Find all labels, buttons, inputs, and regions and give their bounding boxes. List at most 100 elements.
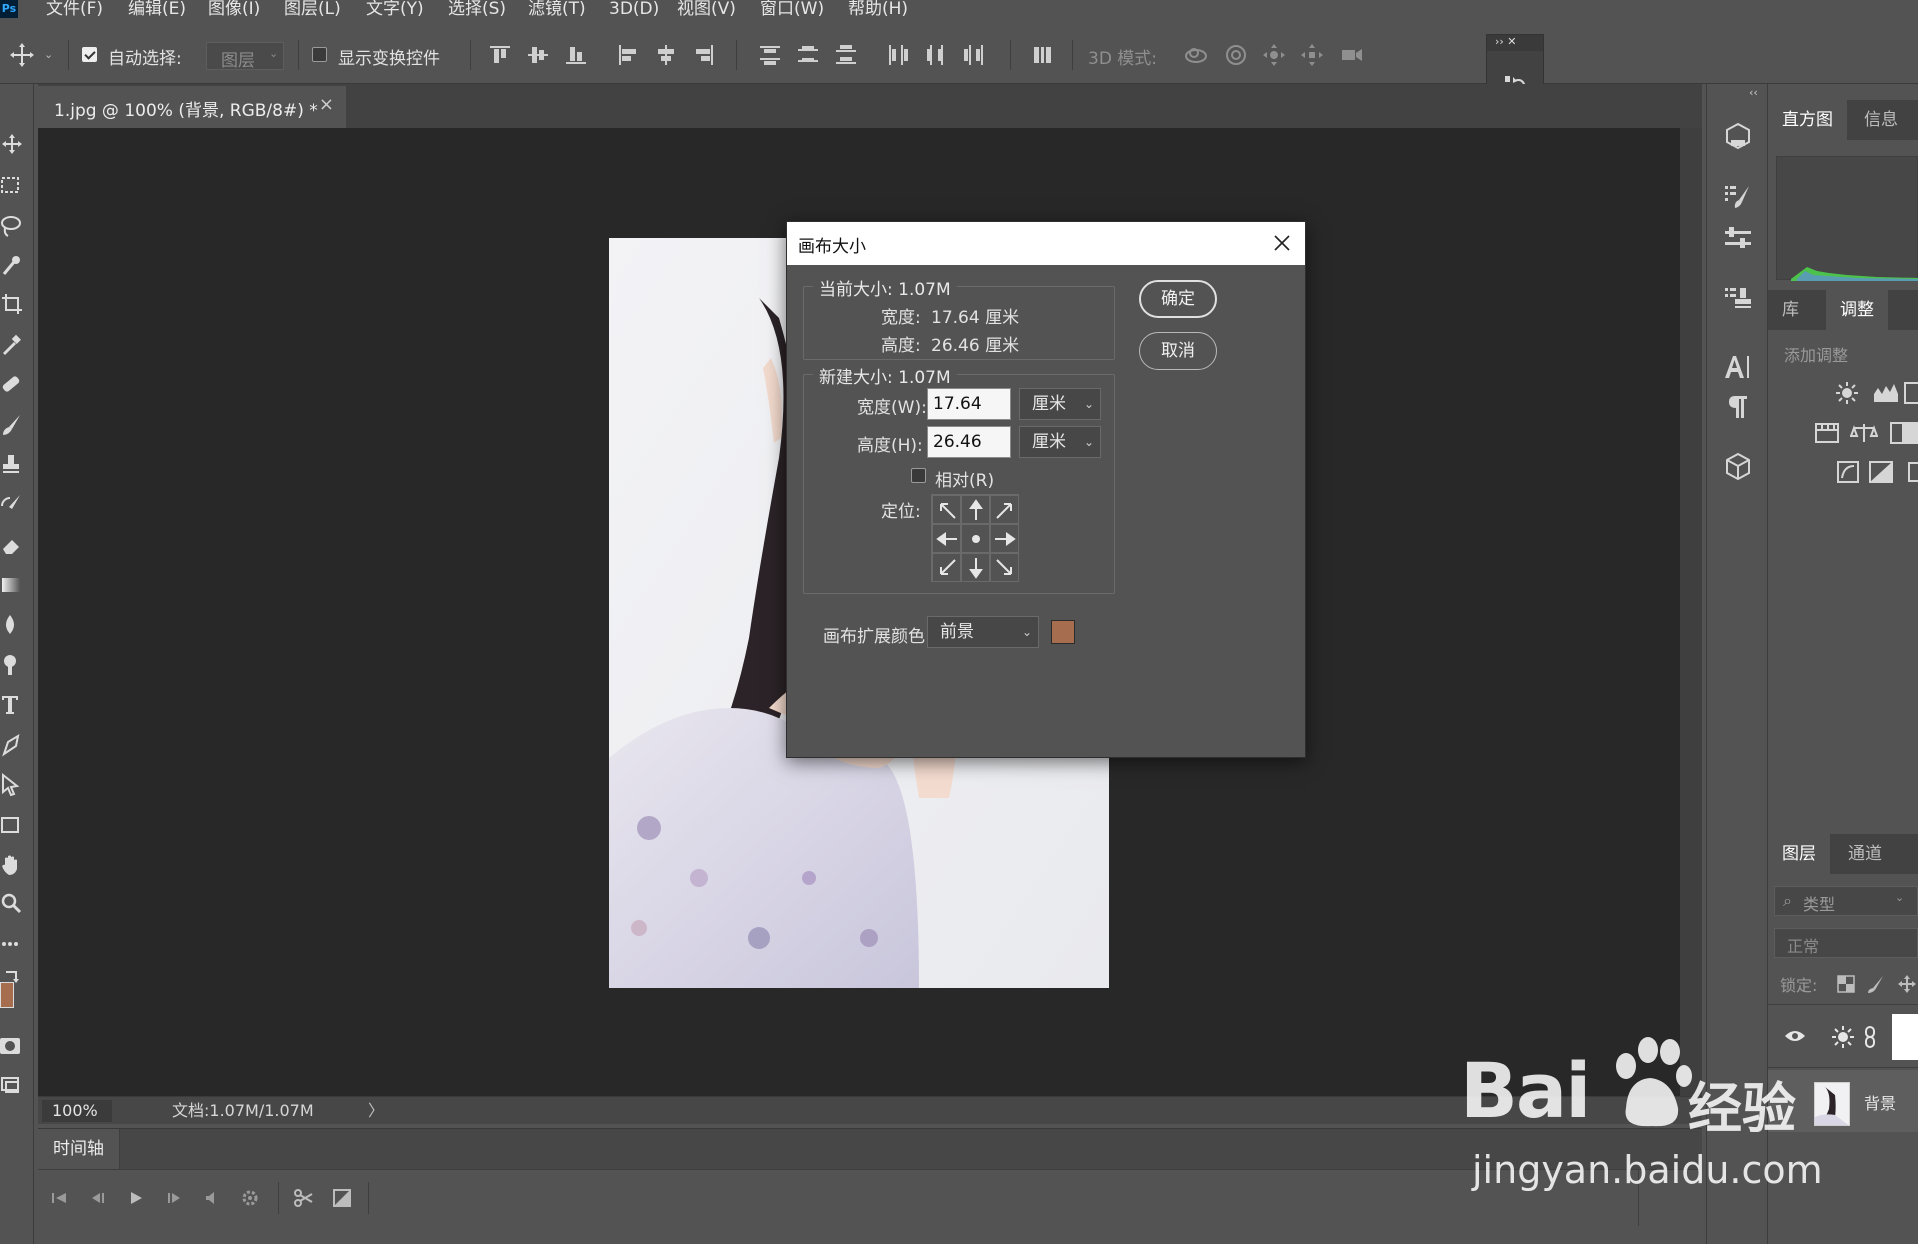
anchor-bottom-right[interactable] — [990, 553, 1019, 582]
align-top-icon[interactable] — [486, 41, 514, 69]
3d-slide-icon[interactable] — [1298, 41, 1326, 69]
layer-filter-dropdown[interactable]: ⌕ 类型 ⌄ — [1774, 886, 1918, 916]
canvas-extension-color-select[interactable]: 前景 ⌄ — [927, 616, 1039, 648]
panel-collapse-close[interactable]: ›› ✕ — [1495, 35, 1517, 48]
distribute-left-icon[interactable] — [884, 41, 912, 69]
move-tool-icon[interactable] — [0, 132, 30, 162]
distribute-vcenter-icon[interactable] — [794, 41, 822, 69]
menu-select[interactable]: 选择(S) — [448, 0, 506, 20]
eraser-tool-icon[interactable] — [0, 532, 30, 562]
close-document-icon[interactable]: × — [319, 94, 334, 115]
healing-brush-tool-icon[interactable] — [0, 372, 30, 402]
floating-panel-header[interactable]: ›› ✕ — [1487, 35, 1543, 51]
3d-camera-icon[interactable] — [1338, 41, 1366, 69]
character-panel-icon[interactable] — [1721, 350, 1755, 384]
height-unit-select[interactable]: 厘米 ⌄ — [1019, 426, 1101, 458]
dialog-titlebar[interactable]: 画布大小 — [787, 222, 1305, 265]
width-unit-select[interactable]: 厘米 ⌄ — [1019, 388, 1101, 420]
document-tab[interactable]: 1.jpg @ 100% (背景, RGB/8#) * × — [38, 86, 346, 128]
3d-roll-icon[interactable] — [1222, 41, 1250, 69]
color-balance-adjustment-icon[interactable] — [1850, 420, 1878, 446]
anchor-top-left[interactable] — [932, 495, 961, 524]
quick-mask-icon[interactable] — [0, 1034, 30, 1064]
selective-color-adjustment-icon[interactable] — [1908, 462, 1918, 482]
menu-image[interactable]: 图像(I) — [208, 0, 260, 20]
brightness-adjustment-icon[interactable] — [1834, 380, 1860, 406]
distribute-top-icon[interactable] — [756, 41, 784, 69]
show-transform-checkbox[interactable] — [312, 47, 327, 62]
align-vcenter-icon[interactable] — [524, 41, 552, 69]
settings-gear-icon[interactable] — [236, 1184, 264, 1212]
history-brush-tool-icon[interactable] — [0, 492, 30, 522]
tab-channels[interactable]: 通道 — [1834, 834, 1896, 874]
menu-help[interactable]: 帮助(H) — [848, 0, 908, 20]
tab-libraries[interactable]: 库 — [1768, 290, 1813, 330]
relative-checkbox[interactable] — [911, 468, 926, 483]
tab-info[interactable]: 信息 — [1850, 100, 1912, 140]
hand-tool-icon[interactable] — [0, 852, 30, 882]
anchor-bottom-left[interactable] — [932, 553, 961, 582]
audio-icon[interactable] — [198, 1184, 226, 1212]
first-frame-icon[interactable] — [46, 1184, 74, 1212]
canvas-vertical-scrollbar[interactable] — [1680, 128, 1702, 1096]
type-tool-icon[interactable] — [0, 692, 30, 722]
black-white-adjustment-icon[interactable] — [1890, 422, 1918, 444]
anchor-top-right[interactable] — [990, 495, 1019, 524]
zoom-level-field[interactable]: 100% — [42, 1100, 112, 1122]
lock-position-icon[interactable] — [1896, 974, 1918, 994]
curves-adjustment-icon[interactable] — [1904, 382, 1918, 404]
align-hcenter-icon[interactable] — [652, 41, 680, 69]
clone-source-icon[interactable] — [1721, 282, 1755, 316]
3d-orbit-icon[interactable] — [1182, 41, 1210, 69]
dodge-tool-icon[interactable] — [0, 652, 30, 682]
menu-3d[interactable]: 3D(D) — [609, 0, 659, 20]
extension-color-swatch[interactable] — [1051, 620, 1075, 644]
preset-chevron-icon[interactable]: ⌄ — [44, 48, 53, 61]
move-tool-preset-icon[interactable] — [8, 41, 36, 69]
gradient-tool-icon[interactable] — [0, 572, 30, 602]
blur-tool-icon[interactable] — [0, 612, 30, 642]
auto-align-icon[interactable] — [1028, 41, 1056, 69]
cancel-button[interactable]: 取消 — [1139, 332, 1217, 370]
3d-panel-icon[interactable] — [1721, 120, 1755, 154]
transition-icon[interactable] — [328, 1184, 356, 1212]
invert-adjustment-icon[interactable] — [1836, 460, 1860, 484]
align-left-icon[interactable] — [614, 41, 642, 69]
exposure-adjustment-icon[interactable] — [1814, 420, 1840, 446]
anchor-top[interactable] — [961, 495, 990, 524]
screen-mode-icon[interactable] — [0, 1074, 30, 1104]
menu-file[interactable]: 文件(F) — [46, 0, 103, 20]
menu-window[interactable]: 窗口(W) — [760, 0, 824, 20]
anchor-left[interactable] — [932, 524, 961, 553]
timeline-tab[interactable]: 时间轴 — [38, 1129, 120, 1169]
properties-sliders-icon[interactable] — [1721, 222, 1755, 256]
distribute-hcenter-icon[interactable] — [922, 41, 950, 69]
next-frame-icon[interactable] — [160, 1184, 188, 1212]
dock-collapse-icon[interactable]: ‹‹ — [1749, 86, 1758, 99]
ok-button[interactable]: 确定 — [1139, 280, 1217, 318]
quick-select-tool-icon[interactable] — [0, 252, 30, 282]
distribute-right-icon[interactable] — [960, 41, 988, 69]
align-bottom-icon[interactable] — [562, 41, 590, 69]
lasso-tool-icon[interactable] — [0, 212, 30, 242]
tab-histogram[interactable]: 直方图 — [1768, 100, 1847, 140]
status-menu-chevron-icon[interactable]: 〉 — [368, 1100, 384, 1122]
close-icon[interactable] — [1269, 230, 1295, 256]
width-input[interactable]: 17.64 — [927, 388, 1011, 420]
path-selection-tool-icon[interactable] — [0, 772, 30, 802]
blend-mode-dropdown[interactable]: 正常 — [1774, 928, 1918, 958]
pen-tool-icon[interactable] — [0, 732, 30, 762]
height-input[interactable]: 26.46 — [927, 426, 1011, 458]
3d-pan-icon[interactable] — [1260, 41, 1288, 69]
anchor-center[interactable] — [961, 524, 990, 553]
previous-frame-icon[interactable] — [84, 1184, 112, 1212]
tab-layers[interactable]: 图层 — [1768, 834, 1830, 874]
distribute-bottom-icon[interactable] — [832, 41, 860, 69]
more-tools-icon[interactable] — [0, 932, 30, 962]
tab-adjustments[interactable]: 调整 — [1826, 290, 1888, 330]
brush-settings-icon[interactable] — [1721, 180, 1755, 214]
rectangle-tool-icon[interactable] — [0, 812, 30, 842]
anchor-right[interactable] — [990, 524, 1019, 553]
align-right-icon[interactable] — [690, 41, 718, 69]
marquee-tool-icon[interactable] — [0, 172, 30, 202]
